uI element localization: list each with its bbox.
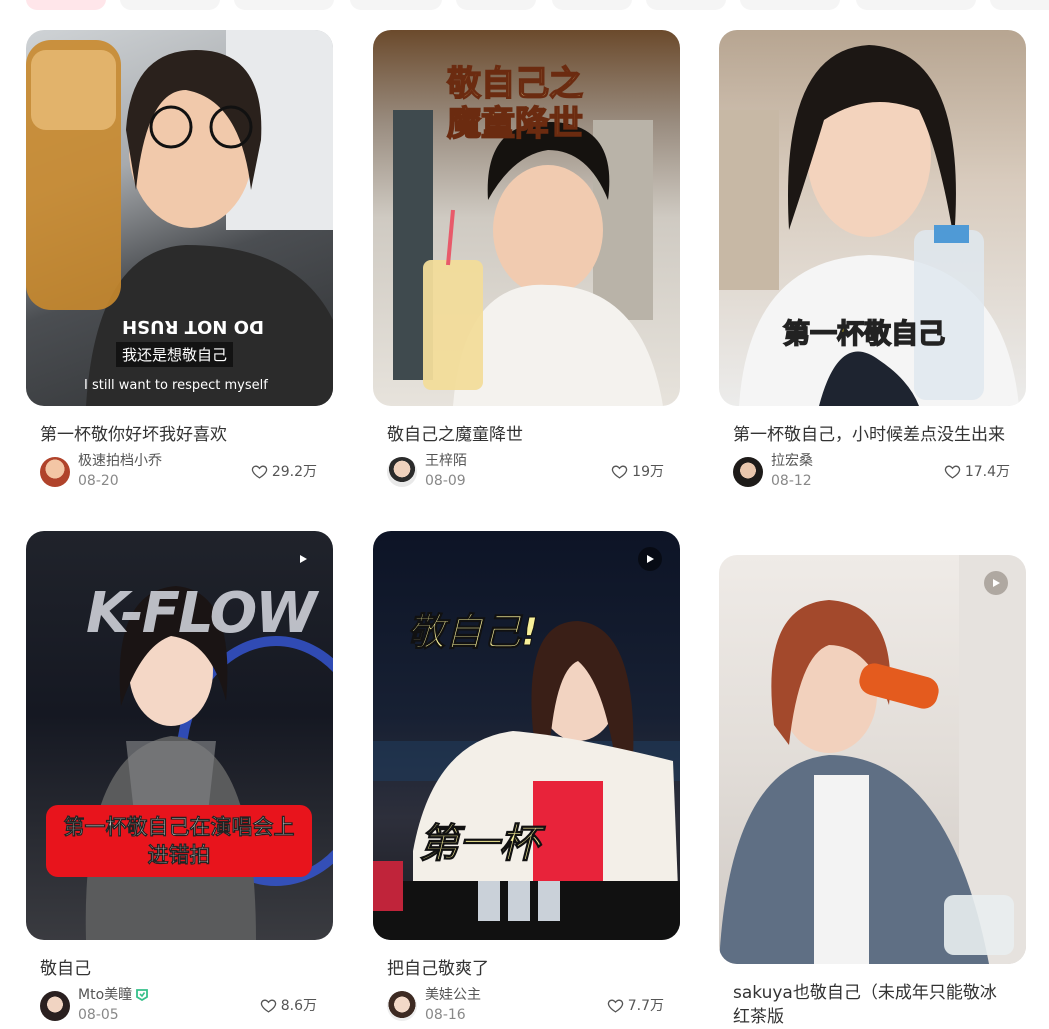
cover-overlay-text: 第一杯敬自己在演唱会上 进错拍 (46, 805, 312, 877)
note-cover[interactable]: 第一杯敬自己 (719, 30, 1026, 406)
note-cover[interactable]: K-FLOW 第一杯敬自己在演唱会上 进错拍 (26, 531, 333, 940)
cover-overlay-top: 敬自己! (406, 610, 539, 655)
avatar[interactable] (387, 457, 417, 487)
like-button[interactable]: 29.2万 (251, 461, 317, 481)
author-name[interactable]: 美娃公主 (425, 986, 481, 1005)
note-card[interactable]: sakuya也敬自己（未成年只能敬冰红茶版 (719, 555, 1026, 1029)
like-count: 7.7万 (627, 998, 664, 1014)
heart-outline-icon (260, 999, 276, 1013)
like-count: 19万 (632, 464, 664, 480)
like-button[interactable]: 8.6万 (260, 995, 317, 1015)
post-date: 08-09 (425, 473, 466, 489)
note-cover[interactable]: 敬自己之 魔童降世 (373, 30, 680, 406)
tab[interactable] (990, 0, 1049, 10)
cover-illustration (373, 621, 680, 940)
play-icon (647, 555, 654, 563)
cover-overlay-mid: 第一杯 (419, 821, 540, 868)
note-title[interactable]: 敬自己之魔童降世 (373, 423, 680, 447)
video-indicator (291, 547, 315, 571)
note-title[interactable]: 把自己敬爽了 (373, 957, 680, 981)
verified-badge-icon (136, 989, 149, 1001)
avatar[interactable] (733, 457, 763, 487)
note-cover[interactable] (719, 555, 1026, 964)
note-cover[interactable]: 敬自己! 第一杯 (373, 531, 680, 940)
cover-overlay-text: 第一杯敬自己 (782, 318, 946, 351)
tab[interactable] (234, 0, 334, 10)
note-title[interactable]: sakuya也敬自己（未成年只能敬冰红茶版 (719, 981, 1026, 1029)
avatar[interactable] (40, 991, 70, 1021)
heart-outline-icon (607, 999, 623, 1013)
like-button[interactable]: 7.7万 (607, 995, 664, 1015)
tab[interactable] (552, 0, 632, 10)
note-title[interactable]: 第一杯敬自己，小时候差点没生出来 (719, 423, 1026, 447)
post-date: 08-05 (78, 1007, 119, 1023)
shirt-text: DO NOT RUSH (122, 316, 264, 337)
tab[interactable] (740, 0, 840, 10)
like-count: 8.6万 (280, 998, 317, 1014)
note-card[interactable]: 第一杯敬自己 第一杯敬自己，小时候差点没生出来 拉宏桑 08-12 17.4万 (719, 30, 1026, 489)
heart-outline-icon (611, 465, 628, 479)
cover-overlay-text: 敬自己之 魔童降世 (446, 63, 584, 145)
tab[interactable] (646, 0, 726, 10)
author-name-text: Mto美瞳 (78, 987, 133, 1003)
author-name[interactable]: 极速拍档小乔 (78, 452, 162, 471)
tab[interactable] (120, 0, 220, 10)
note-card[interactable]: 敬自己! 第一杯 把自己敬爽了 美娃公主 08-16 7.7万 (373, 531, 680, 1023)
avatar[interactable] (40, 457, 70, 487)
cover-illustration (719, 555, 1026, 964)
like-button[interactable]: 17.4万 (944, 461, 1010, 481)
heart-outline-icon (944, 465, 961, 479)
note-meta: Mto美瞳 08-05 8.6万 (26, 986, 333, 1023)
post-date: 08-20 (78, 473, 119, 489)
author-name[interactable]: Mto美瞳 (78, 986, 149, 1005)
heart-outline-icon (251, 465, 268, 479)
note-card[interactable]: K-FLOW 第一杯敬自己在演唱会上 进错拍 敬自己 Mto美瞳 08-05 8… (26, 531, 333, 1023)
note-meta: 美娃公主 08-16 7.7万 (373, 986, 680, 1023)
note-meta: 极速拍档小乔 08-20 29.2万 (26, 452, 333, 489)
post-date: 08-12 (771, 473, 812, 489)
caption-cn: 我还是想敬自己 (116, 342, 234, 367)
tab[interactable] (856, 0, 976, 10)
like-count: 29.2万 (271, 464, 317, 480)
tab[interactable] (456, 0, 536, 10)
author-name[interactable]: 拉宏桑 (771, 452, 813, 471)
post-date: 08-16 (425, 1007, 466, 1023)
note-cover[interactable]: DO NOT RUSH 我还是想敬自己 I still want to resp… (26, 30, 333, 406)
note-card[interactable]: 敬自己之 魔童降世 敬自己之魔童降世 王梓陌 08-09 19万 (373, 30, 680, 489)
play-icon (993, 579, 1000, 587)
avatar[interactable] (387, 991, 417, 1021)
like-count: 17.4万 (964, 464, 1010, 480)
tab[interactable] (350, 0, 442, 10)
note-title[interactable]: 第一杯敬你好坏我好喜欢 (26, 423, 333, 447)
caption-en: I still want to respect myself (84, 378, 268, 393)
category-tabs (26, 0, 1049, 10)
video-indicator (638, 547, 662, 571)
tab-active[interactable] (26, 0, 106, 10)
author-name[interactable]: 王梓陌 (425, 452, 467, 471)
note-title[interactable]: 敬自己 (26, 957, 333, 981)
play-icon (300, 555, 307, 563)
backdrop-text: K-FLOW (86, 581, 317, 646)
video-indicator (984, 571, 1008, 595)
note-meta: 拉宏桑 08-12 17.4万 (719, 452, 1026, 489)
like-button[interactable]: 19万 (611, 461, 664, 481)
note-card[interactable]: DO NOT RUSH 我还是想敬自己 I still want to resp… (26, 30, 333, 489)
note-meta: 王梓陌 08-09 19万 (373, 452, 680, 489)
